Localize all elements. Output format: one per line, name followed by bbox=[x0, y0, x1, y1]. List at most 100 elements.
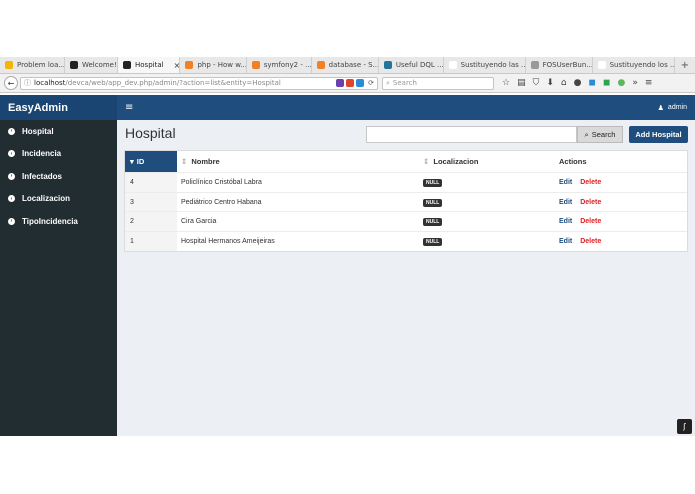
tab-favicon-icon bbox=[5, 61, 13, 69]
sidebar-item-hospital[interactable]: › Hospital bbox=[0, 120, 117, 143]
sort-icon: ⇕ bbox=[181, 157, 188, 166]
cell-localizacion: NULL bbox=[421, 237, 557, 246]
extension-green-icon[interactable]: ◼ bbox=[603, 78, 610, 88]
hospital-table: ▾ ID ⇕ Nombre ⇕ Localizacion Actions 4 Po… bbox=[124, 150, 688, 252]
menu-icon[interactable]: ≡ bbox=[645, 78, 653, 88]
easyadmin-header: EasyAdmin ≡ ♟ admin bbox=[0, 95, 695, 120]
cell-localizacion: NULL bbox=[421, 178, 557, 187]
null-badge: NULL bbox=[423, 218, 443, 227]
delete-link[interactable]: Delete bbox=[580, 218, 601, 225]
pocket-icon[interactable]: ⛉ bbox=[533, 78, 540, 88]
column-localizacion-label: Localizacion bbox=[433, 157, 479, 166]
add-hospital-button[interactable]: Add Hospital bbox=[629, 126, 688, 143]
tab-favicon-icon bbox=[185, 61, 194, 69]
extension-lime-icon[interactable]: ● bbox=[617, 78, 625, 88]
sidebar-toggle-icon[interactable]: ≡ bbox=[125, 102, 133, 113]
browser-tab[interactable]: Sustituyendo los ... bbox=[593, 57, 675, 73]
cell-nombre: Hospital Hermanos Ameijeiras bbox=[181, 237, 275, 245]
column-header-actions: Actions bbox=[559, 157, 587, 166]
extension-blue-icon[interactable]: ◼ bbox=[588, 78, 595, 88]
browser-tab[interactable]: php - How w... bbox=[180, 57, 247, 73]
browser-toolbar-icons: ☆ ▤ ⛉ ⬇ ⌂ ● ◼ ◼ ● » ≡ bbox=[502, 78, 652, 88]
browser-tab-strip: Problem loa... Welcome! Hospital × php - How… bbox=[0, 57, 695, 74]
browser-tab[interactable]: Useful DQL ... bbox=[379, 57, 444, 73]
app-logo[interactable]: EasyAdmin bbox=[0, 95, 117, 120]
chevron-right-icon: › bbox=[8, 127, 15, 135]
edit-link[interactable]: Edit bbox=[559, 199, 572, 206]
tab-label: Welcome! bbox=[81, 61, 117, 69]
sidebar-item-label: Incidencia bbox=[22, 149, 62, 159]
search-input[interactable] bbox=[366, 126, 577, 143]
column-header-id[interactable]: ▾ ID bbox=[125, 151, 177, 172]
table-row: 1 Hospital Hermanos Ameijeiras NULL Edit Del… bbox=[125, 231, 687, 251]
delete-link[interactable]: Delete bbox=[580, 238, 601, 245]
extension-icon-3[interactable] bbox=[356, 79, 365, 87]
url-bar[interactable]: ⓘ localhost /devca/web/app_dev.php/admin… bbox=[20, 76, 378, 90]
tab-favicon-icon bbox=[383, 61, 392, 69]
reading-list-icon[interactable]: ▤ bbox=[517, 78, 526, 88]
bookmark-star-icon[interactable]: ☆ bbox=[502, 78, 510, 88]
sidebar-item-incidencia[interactable]: › Incidencia bbox=[0, 143, 117, 166]
browser-tab[interactable]: Hospital × bbox=[118, 57, 181, 73]
cell-actions: Edit Delete bbox=[557, 199, 601, 206]
browser-tab[interactable]: symfony2 - ... bbox=[247, 57, 312, 73]
tab-favicon-icon bbox=[251, 61, 260, 69]
info-icon: ⓘ bbox=[24, 79, 31, 87]
tab-favicon-icon bbox=[123, 61, 131, 69]
tab-favicon-icon bbox=[597, 61, 606, 69]
search-button[interactable]: ⌕ Search bbox=[577, 126, 623, 143]
table-row: 3 Pediátrico Centro Habana NULL Edit Delete bbox=[125, 191, 687, 212]
new-tab-button[interactable]: + bbox=[675, 57, 695, 73]
null-badge: NULL bbox=[423, 178, 443, 187]
cell-actions: Edit Delete bbox=[557, 179, 601, 186]
column-header-nombre[interactable]: ⇕ Nombre bbox=[177, 157, 421, 166]
home-icon[interactable]: ⌂ bbox=[561, 78, 567, 88]
table-header: ▾ ID ⇕ Nombre ⇕ Localizacion Actions bbox=[125, 151, 687, 172]
chevron-right-icon: › bbox=[8, 217, 15, 225]
tab-close-icon[interactable]: × bbox=[174, 61, 180, 70]
symfony-toolbar-icon[interactable]: ʃ bbox=[677, 419, 692, 434]
table-row: 4 Policlínico Cristóbal Labra NULL Edit Dele… bbox=[125, 172, 687, 192]
browser-tab[interactable]: Problem loa... bbox=[0, 57, 65, 73]
cell-id: 3 bbox=[125, 192, 177, 212]
user-menu[interactable]: ♟ admin bbox=[658, 104, 687, 112]
overflow-icon[interactable]: » bbox=[632, 78, 638, 88]
browser-tab[interactable]: database - S... bbox=[312, 57, 379, 73]
cell-id: 4 bbox=[125, 173, 177, 192]
sort-desc-icon: ▾ bbox=[130, 157, 134, 166]
search-icon: ⌕ bbox=[386, 78, 390, 87]
extension-icon-2[interactable] bbox=[346, 79, 355, 87]
reload-icon[interactable]: ⟳ bbox=[368, 79, 374, 87]
extension-icon-1[interactable] bbox=[336, 79, 345, 87]
tab-label: symfony2 - ... bbox=[263, 61, 312, 69]
delete-link[interactable]: Delete bbox=[580, 179, 601, 186]
url-host: localhost bbox=[34, 79, 66, 87]
url-path: /devca/web/app_dev.php/admin/?action=lis… bbox=[65, 79, 281, 87]
sort-icon: ⇕ bbox=[423, 157, 430, 166]
edit-link[interactable]: Edit bbox=[559, 179, 572, 186]
cell-localizacion: NULL bbox=[421, 218, 557, 227]
column-id-label: ID bbox=[136, 157, 145, 166]
search-button-label: Search bbox=[591, 130, 616, 139]
edit-link[interactable]: Edit bbox=[559, 218, 572, 225]
browser-search-box[interactable]: ⌕ Search bbox=[382, 76, 494, 90]
tab-label: php - How w... bbox=[197, 61, 247, 69]
browser-tab[interactable]: Sustituyendo las ... bbox=[444, 57, 526, 73]
browser-tab[interactable]: FOSUserBun... bbox=[526, 57, 593, 73]
sidebar-item-infectados[interactable]: › Infectados bbox=[0, 165, 117, 188]
edit-link[interactable]: Edit bbox=[559, 238, 572, 245]
download-icon[interactable]: ⬇ bbox=[546, 78, 554, 88]
cell-nombre: Pediátrico Centro Habana bbox=[181, 198, 262, 206]
sidebar-item-tipoincidencia[interactable]: › TipoIncidencia bbox=[0, 210, 117, 233]
column-header-localizacion[interactable]: ⇕ Localizacion bbox=[421, 157, 557, 166]
cell-actions: Edit Delete bbox=[557, 238, 601, 245]
sidebar-item-label: TipoIncidencia bbox=[22, 216, 78, 226]
sidebar-item-localizacion[interactable]: › Localizacion bbox=[0, 188, 117, 211]
chat-icon[interactable]: ● bbox=[574, 78, 582, 88]
browser-tab[interactable]: Welcome! bbox=[65, 57, 118, 73]
cell-nombre: Cira Garcia bbox=[181, 218, 217, 226]
delete-link[interactable]: Delete bbox=[580, 199, 601, 206]
back-icon[interactable]: ← bbox=[4, 76, 18, 90]
tab-label: FOSUserBun... bbox=[542, 61, 593, 69]
tab-favicon-icon bbox=[530, 61, 539, 69]
